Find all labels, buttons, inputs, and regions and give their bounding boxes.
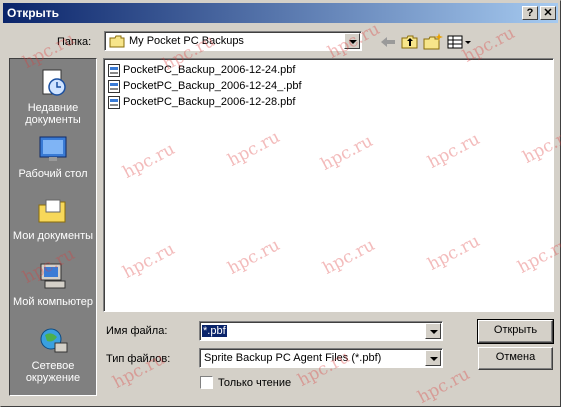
- open-button[interactable]: Открыть: [477, 319, 554, 344]
- places-bar: Недавние документы Рабочий стол Мои доку…: [9, 58, 97, 396]
- place-network[interactable]: Сетевое окружение: [10, 325, 96, 384]
- pbf-file-icon: [108, 96, 120, 109]
- view-menu-icon[interactable]: [446, 32, 472, 52]
- my-documents-icon: [38, 199, 66, 223]
- recent-documents-icon: [42, 69, 66, 96]
- file-name: PocketPC_Backup_2006-12-24_.pbf: [123, 80, 302, 92]
- place-desktop[interactable]: Рабочий стол: [10, 133, 96, 180]
- file-name: PocketPC_Backup_2006-12-24.pbf: [123, 64, 296, 76]
- folder-dropdown-button[interactable]: [344, 33, 360, 49]
- place-label-desktop: Рабочий стол: [18, 168, 88, 180]
- my-computer-icon: [40, 263, 66, 289]
- pbf-file-icon: [108, 64, 120, 77]
- place-recent[interactable]: Недавние документы: [10, 67, 96, 126]
- folder-icon: [109, 35, 125, 48]
- open-dialog: Открыть ? ✕ Папка: My Pocket PC Backups …: [0, 0, 561, 407]
- current-folder-value: My Pocket PC Backups: [129, 35, 244, 47]
- pbf-file-icon: [108, 80, 120, 93]
- watermark: hpc.ru: [414, 364, 474, 407]
- folder-combo[interactable]: My Pocket PC Backups: [104, 31, 362, 51]
- cancel-button[interactable]: Отмена: [478, 347, 553, 370]
- readonly-label: Только чтение: [218, 377, 292, 389]
- close-button[interactable]: ✕: [540, 6, 556, 20]
- filename-label: Имя файла:: [106, 325, 168, 337]
- readonly-checkbox[interactable]: [200, 376, 213, 389]
- folder-label: Папка:: [57, 36, 92, 48]
- filetype-label: Тип файлов:: [106, 353, 171, 365]
- filename-input[interactable]: *.pbf: [199, 321, 443, 341]
- network-places-icon: [40, 328, 68, 353]
- up-folder-icon[interactable]: [399, 32, 421, 52]
- place-label-my-computer: Мой компьютер: [12, 296, 94, 308]
- help-button[interactable]: ?: [522, 6, 538, 20]
- place-my-computer[interactable]: Мой компьютер: [10, 261, 96, 308]
- new-folder-icon[interactable]: [422, 32, 444, 52]
- filetype-select[interactable]: Sprite Backup PC Agent Files (*.pbf): [199, 348, 443, 368]
- place-label-my-documents: Мои документы: [12, 230, 94, 242]
- filename-dropdown-button[interactable]: [425, 323, 441, 339]
- place-label-recent: Недавние документы: [25, 102, 81, 126]
- place-my-documents[interactable]: Мои документы: [10, 195, 96, 242]
- place-label-network: Сетевое окружение: [25, 360, 81, 384]
- filename-value: *.pbf: [202, 325, 227, 337]
- filetype-dropdown-button[interactable]: [425, 350, 441, 366]
- filetype-value: Sprite Backup PC Agent Files (*.pbf): [204, 352, 382, 364]
- back-icon[interactable]: [377, 32, 399, 52]
- file-list[interactable]: PocketPC_Backup_2006-12-24.pbf PocketPC_…: [103, 58, 554, 312]
- title-bar[interactable]: Открыть ? ✕: [3, 3, 558, 23]
- file-name: PocketPC_Backup_2006-12-28.pbf: [123, 96, 296, 108]
- desktop-icon: [39, 136, 67, 161]
- window-title: Открыть: [7, 6, 60, 20]
